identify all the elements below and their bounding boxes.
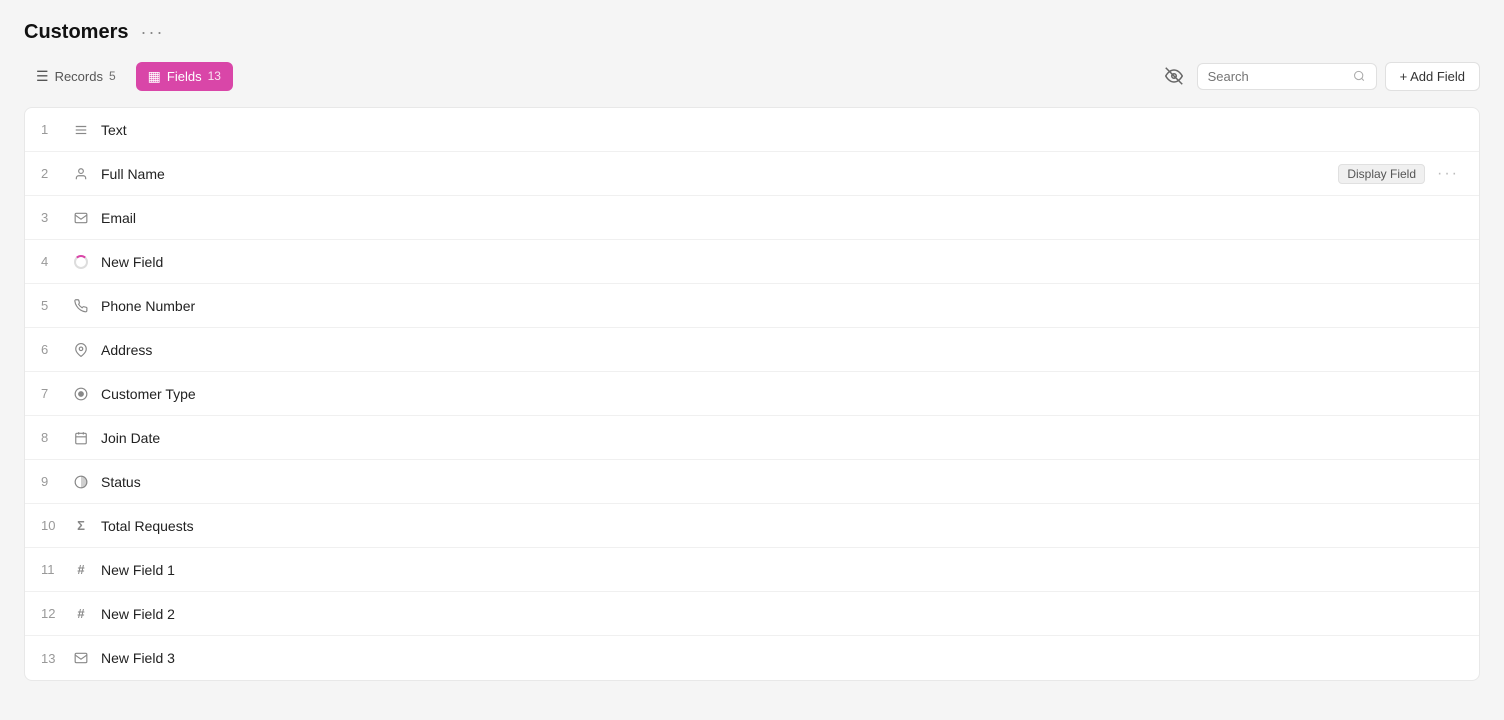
- field-number: 12: [41, 606, 69, 621]
- records-label: Records: [55, 69, 103, 84]
- field-number: 11: [41, 562, 69, 577]
- search-input[interactable]: [1208, 69, 1348, 84]
- app-container: Customers ··· ☰ Records 5 ▦ Fields 13: [0, 0, 1504, 720]
- field-row: 9Status···: [25, 460, 1479, 504]
- search-icon: [1353, 69, 1365, 83]
- number-icon: #: [69, 606, 93, 621]
- field-name: Text: [101, 122, 1433, 138]
- field-name: New Field 2: [101, 606, 1433, 622]
- field-number: 6: [41, 342, 69, 357]
- field-row: 5Phone Number···: [25, 284, 1479, 328]
- records-icon: ☰: [36, 68, 49, 85]
- field-name: Full Name: [101, 166, 1338, 182]
- loading-icon: [69, 255, 93, 269]
- field-row: 2 Full NameDisplay Field ···: [25, 152, 1479, 196]
- field-row: 1Text···: [25, 108, 1479, 152]
- field-row: 6Address···: [25, 328, 1479, 372]
- field-number: 13: [41, 651, 69, 666]
- date-icon: [69, 431, 93, 445]
- records-count: 5: [109, 69, 116, 83]
- field-number: 7: [41, 386, 69, 401]
- select-icon: [69, 387, 93, 401]
- field-row: 13New Field 3···: [25, 636, 1479, 680]
- field-name: Status: [101, 474, 1433, 490]
- page-header: Customers ···: [24, 20, 1480, 45]
- field-number: 5: [41, 298, 69, 313]
- text-icon: [69, 123, 93, 137]
- fields-label: Fields: [167, 69, 202, 84]
- field-name: Join Date: [101, 430, 1433, 446]
- field-name: Phone Number: [101, 298, 1433, 314]
- email2-icon: [69, 651, 93, 665]
- display-field-badge: Display Field: [1338, 164, 1425, 184]
- field-name: New Field: [101, 254, 1433, 270]
- field-row: 3Email···: [25, 196, 1479, 240]
- field-row: 8Join Date···: [25, 416, 1479, 460]
- page-title: Customers: [24, 21, 128, 44]
- field-row: 12#New Field 2···: [25, 592, 1479, 636]
- field-more-button[interactable]: ···: [1433, 163, 1463, 185]
- field-name: Address: [101, 342, 1433, 358]
- field-row: 4New Field···: [25, 240, 1479, 284]
- field-number: 9: [41, 474, 69, 489]
- field-name: Total Requests: [101, 518, 1433, 534]
- number-icon: #: [69, 562, 93, 577]
- toolbar: ☰ Records 5 ▦ Fields 13 + Add Field: [24, 61, 1480, 91]
- visibility-icon: [1165, 67, 1183, 85]
- field-row: 10ΣTotal Requests···: [25, 504, 1479, 548]
- status-icon: [69, 475, 93, 489]
- field-name: New Field 3: [101, 650, 1433, 666]
- fields-tab[interactable]: ▦ Fields 13: [136, 62, 233, 91]
- page-more-button[interactable]: ···: [136, 20, 168, 45]
- location-icon: [69, 343, 93, 357]
- formula-icon: Σ: [69, 518, 93, 533]
- field-number: 1: [41, 122, 69, 137]
- email-icon: [69, 211, 93, 225]
- field-name: New Field 1: [101, 562, 1433, 578]
- field-number: 8: [41, 430, 69, 445]
- records-tab[interactable]: ☰ Records 5: [24, 62, 128, 91]
- person-icon: [69, 167, 93, 181]
- field-name: Email: [101, 210, 1433, 226]
- field-row: 7Customer Type···: [25, 372, 1479, 416]
- field-row: 11#New Field 1···: [25, 548, 1479, 592]
- fields-count: 13: [208, 69, 221, 83]
- field-number: 2: [41, 166, 69, 181]
- field-number: 3: [41, 210, 69, 225]
- fields-list: 1 Text ···2 Full NameDisplay Field ··· 3 Email…: [24, 107, 1480, 681]
- field-name: Customer Type: [101, 386, 1433, 402]
- add-field-button[interactable]: + Add Field: [1385, 62, 1480, 91]
- field-number: 10: [41, 518, 69, 533]
- field-number: 4: [41, 254, 69, 269]
- visibility-button[interactable]: [1159, 61, 1189, 91]
- fields-icon: ▦: [148, 68, 161, 85]
- search-box: [1197, 63, 1377, 90]
- phone-icon: [69, 299, 93, 313]
